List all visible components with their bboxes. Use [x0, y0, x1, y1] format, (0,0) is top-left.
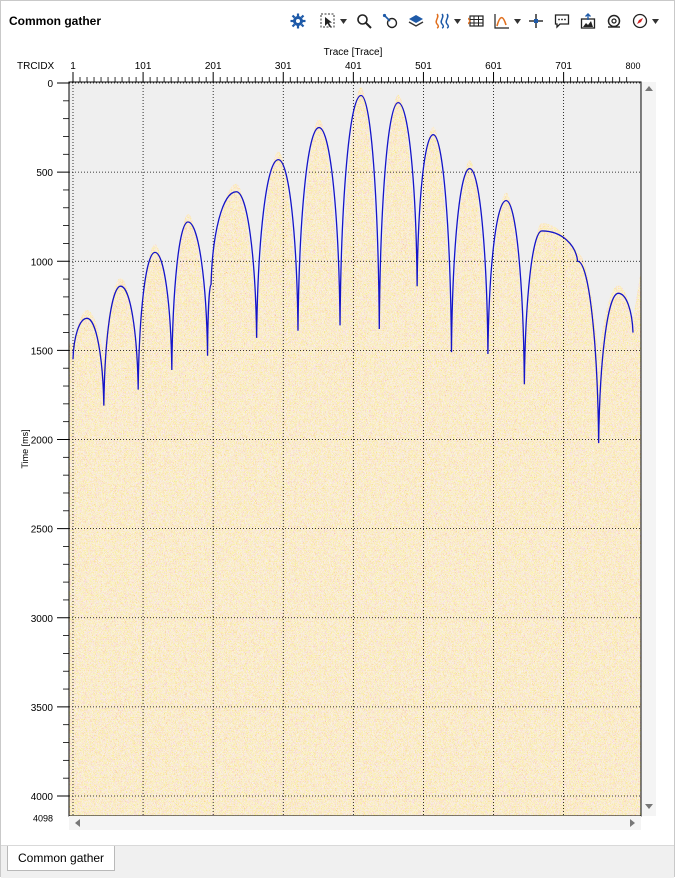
x-end-label: 800 [625, 61, 640, 71]
x-tick-label: 301 [275, 61, 292, 72]
y-tick-label: 3000 [31, 614, 54, 625]
y-tick-label: 500 [36, 168, 53, 179]
window-title: Common gather [9, 14, 102, 28]
snapshot-icon[interactable] [603, 10, 625, 32]
y-end-label: 4098 [33, 813, 53, 823]
x-axis-title: Trace [Trace] [324, 47, 383, 58]
curve-icon[interactable] [491, 10, 513, 32]
horizontal-scrollbar[interactable] [69, 816, 641, 830]
y-tick-label: 3500 [31, 703, 54, 714]
y-tick-label: 2000 [31, 436, 54, 447]
x-header-label: TRCIDX [17, 61, 55, 72]
y-axis-title: Time [ms] [20, 429, 30, 468]
settings-icon[interactable] [287, 10, 309, 32]
compass-dropdown-caret[interactable] [651, 10, 659, 32]
tab-bar: Common gather [1, 845, 674, 878]
toolbar [287, 10, 659, 32]
x-axis-ticks: 1 101 201 301 401 501 601 701 800 [70, 61, 641, 82]
x-tick-label: 701 [555, 61, 572, 72]
crosshair-icon[interactable] [525, 10, 547, 32]
compass-icon[interactable] [629, 10, 651, 32]
select-dropdown-caret[interactable] [339, 10, 347, 32]
wiggle-icon[interactable] [431, 10, 453, 32]
x-tick-label: 501 [415, 61, 432, 72]
export-icon[interactable] [577, 10, 599, 32]
x-tick-label: 101 [135, 61, 152, 72]
x-tick-label: 201 [205, 61, 222, 72]
seismic-gather-plot[interactable]: Trace [Trace] TRCIDX 1 101 201 301 401 501 601… [1, 39, 675, 839]
y-tick-label: 2500 [31, 525, 54, 536]
wiggle-dropdown-caret[interactable] [453, 10, 461, 32]
common-gather-window: Common gather Trace [Trace] TRCIDX 1 101… [0, 0, 675, 878]
comment-icon[interactable] [551, 10, 573, 32]
tab-common-gather[interactable]: Common gather [7, 846, 116, 871]
y-tick-label: 0 [47, 79, 53, 90]
curve-dropdown-caret[interactable] [513, 10, 521, 32]
select-arrow-icon[interactable] [317, 10, 339, 32]
pick-icon[interactable] [379, 10, 401, 32]
zoom-icon[interactable] [353, 10, 375, 32]
x-tick-label: 1 [70, 61, 76, 72]
table-icon[interactable] [465, 10, 487, 32]
x-tick-label: 401 [345, 61, 362, 72]
vertical-scrollbar[interactable] [642, 82, 656, 816]
x-tick-label: 601 [485, 61, 502, 72]
y-axis-ticks: 0 500 1000 1500 2000 2500 3000 3500 4000 4098 [31, 79, 69, 823]
layers-icon[interactable] [405, 10, 427, 32]
y-tick-label: 1000 [31, 257, 54, 268]
y-tick-label: 1500 [31, 346, 54, 357]
y-tick-label: 4000 [31, 792, 54, 803]
